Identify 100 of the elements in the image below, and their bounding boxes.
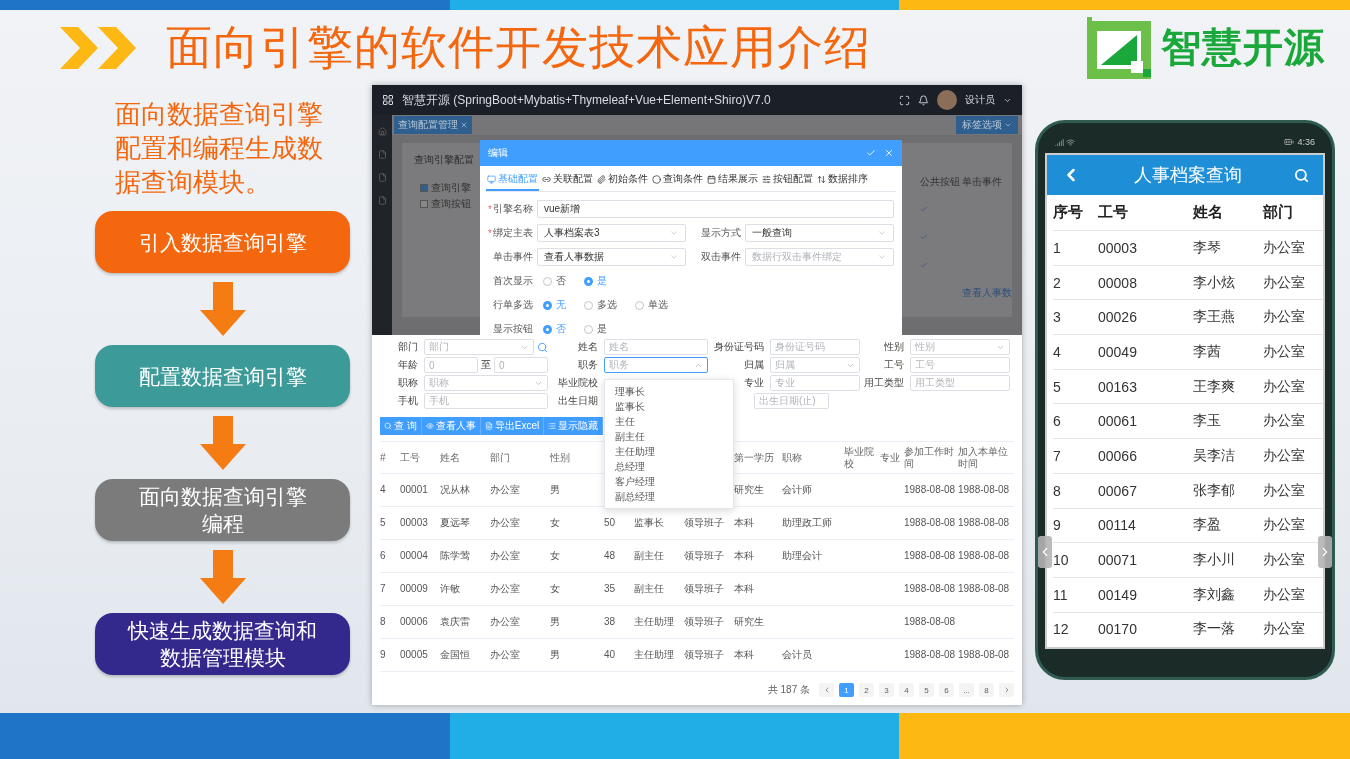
table-cell: 夏远琴 [440, 507, 490, 540]
checkbox-item[interactable]: 查询按钮 [420, 197, 471, 211]
table-cell: 李盈 [1193, 507, 1263, 543]
next-page-button[interactable] [999, 683, 1014, 697]
table-cell: 金国恒 [440, 639, 490, 672]
file-icon[interactable] [377, 150, 387, 159]
radio-option[interactable]: 多选 [584, 298, 617, 312]
page-button[interactable]: 2 [859, 683, 874, 697]
page-button[interactable]: 3 [879, 683, 894, 697]
check-icon[interactable] [866, 148, 876, 158]
page-button[interactable]: ... [959, 683, 974, 697]
dropdown-option[interactable]: 客户经理 [605, 474, 733, 489]
app-title: 智慧开源 (SpringBoot+Mybatis+Thymeleaf+Vue+Element+Shiro)V7.0 [402, 91, 772, 109]
table-cell: 李琴 [1193, 230, 1263, 265]
dialog-tab[interactable]: 数据排序 [816, 169, 869, 191]
select-field[interactable]: 查看人事数据 [537, 248, 686, 266]
file-icon[interactable] [377, 173, 387, 182]
home-icon[interactable] [377, 127, 387, 136]
table-cell: 办公室 [1263, 334, 1323, 369]
table-cell: 办公室 [490, 540, 550, 573]
bell-icon[interactable] [918, 94, 929, 106]
sliders-icon [762, 174, 771, 184]
dialog-tab[interactable]: 查询条件 [651, 169, 704, 191]
radio-option[interactable]: 否 [543, 274, 566, 288]
column-header: 参加工作时间 [904, 442, 958, 474]
checkbox-item[interactable]: 查询引擎 [420, 181, 471, 195]
table-cell: 本科 [734, 507, 782, 540]
dropdown-option[interactable]: 主任助理 [605, 444, 733, 459]
table-cell: 领导班子 [684, 573, 734, 606]
signal-icon [1055, 137, 1064, 147]
previous-page-button[interactable] [819, 683, 834, 697]
down-arrow-icon [199, 550, 246, 604]
table-cell: 1988-08-08 [904, 573, 958, 606]
table-cell: 本科 [734, 540, 782, 573]
field-label: 出生日期 [557, 394, 599, 408]
dropdown-option[interactable]: 主任 [605, 414, 733, 429]
page-tab[interactable]: 查询配置管理 [394, 116, 472, 134]
field-label: 显示按钮 [493, 322, 534, 335]
table-cell: 监事长 [634, 507, 684, 540]
table-cell: 领导班子 [684, 507, 734, 540]
battery-icon [1284, 137, 1295, 147]
table-cell: 领导班子 [684, 639, 734, 672]
table-cell: 李刘鑫 [1193, 576, 1263, 612]
table-cell: 1988-08-08 [958, 639, 1014, 672]
table-cell: 8 [380, 606, 400, 639]
table-cell: 12 [1053, 611, 1098, 647]
avatar[interactable] [937, 90, 957, 110]
calendar-icon [707, 174, 716, 184]
dialog-tab[interactable]: 初始条件 [596, 169, 649, 191]
column-header: 专业 [880, 442, 904, 474]
dropdown-option[interactable]: 副总经理 [605, 489, 733, 504]
table-cell: 办公室 [1263, 472, 1323, 508]
grid-icon[interactable] [382, 94, 394, 106]
name-field[interactable]: vue新增 [537, 200, 894, 218]
table-cell: 35 [604, 573, 634, 606]
dialog-tab[interactable]: 关联配置 [541, 169, 594, 191]
table-cell: 副主任 [634, 573, 684, 606]
table-cell: 1988-08-08 [958, 474, 1014, 507]
step-label: 配置数据查询引擎 [138, 363, 307, 390]
down-arrow-icon [199, 416, 246, 470]
radio-option[interactable]: 单选 [635, 298, 668, 312]
column-header: 序号 [1053, 202, 1084, 222]
page-button[interactable]: 4 [899, 683, 914, 697]
dropdown-option[interactable]: 总经理 [605, 459, 733, 474]
fullscreen-icon[interactable] [899, 94, 910, 106]
dropdown-option[interactable]: 监事长 [605, 399, 733, 414]
chevron-down-icon [877, 252, 887, 262]
search-icon[interactable] [1294, 167, 1309, 183]
field-label: 归属 [743, 358, 765, 372]
search-icon[interactable] [537, 341, 548, 353]
table-cell: 8 [1053, 472, 1098, 508]
dropdown-option[interactable]: 理事长 [605, 384, 733, 399]
select-field[interactable]: 一般查询 [745, 224, 894, 242]
tab-options-button[interactable]: 标签选项 [956, 116, 1018, 134]
table-cell: 本科 [734, 573, 782, 606]
next-button[interactable] [1318, 536, 1332, 568]
column-header: # [380, 442, 400, 474]
table-cell: 1988-08-08 [958, 507, 1014, 540]
column-header: 单击事件 [962, 175, 1003, 189]
table-cell: 1988-08-08 [958, 573, 1014, 606]
select-field[interactable]: 人事档案表3 [537, 224, 686, 242]
table-cell: 办公室 [1263, 299, 1323, 335]
search-icon [384, 422, 392, 430]
close-icon[interactable] [884, 148, 894, 158]
field-label: 绑定主表 [493, 226, 534, 240]
radio-option[interactable]: 是 [584, 322, 607, 335]
close-icon[interactable] [460, 121, 468, 129]
dialog-tab[interactable]: 按钮配置 [761, 169, 814, 191]
previous-button[interactable] [1038, 536, 1052, 568]
logo-text: 智慧开源 [1161, 24, 1325, 71]
page-button[interactable]: 5 [919, 683, 934, 697]
table-cell: 38 [604, 606, 634, 639]
dropdown-option[interactable]: 副主任 [605, 429, 733, 444]
dialog-tab[interactable]: 结果展示 [706, 169, 759, 191]
table-cell: 1988-08-08 [904, 474, 958, 507]
page-button[interactable]: 8 [979, 683, 994, 697]
page-button[interactable]: 6 [939, 683, 954, 697]
file-icon[interactable] [377, 196, 387, 205]
table-cell: 办公室 [490, 474, 550, 507]
user-menu[interactable]: 设计员 [965, 93, 995, 107]
